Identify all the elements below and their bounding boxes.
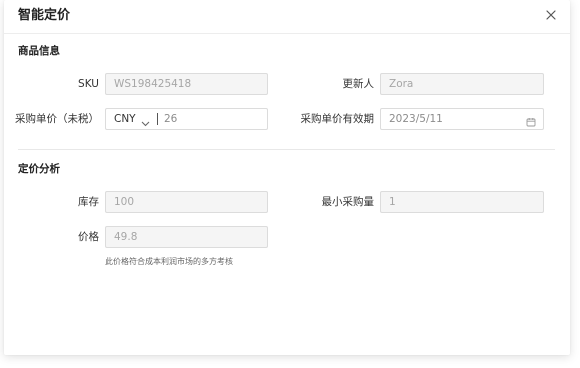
text-cursor bbox=[157, 113, 158, 125]
updater-field: Zora bbox=[380, 73, 544, 95]
section-title-product-info: 商品信息 bbox=[18, 45, 60, 57]
validity-label: 采购单价有效期 bbox=[300, 113, 375, 125]
min-qty-label: 最小采购量 bbox=[321, 196, 375, 208]
price-hint: 此价格符合成本利润市场的多方考核 bbox=[105, 257, 233, 266]
currency-select[interactable]: CNY bbox=[114, 109, 136, 129]
sku-value: WS198425418 bbox=[114, 78, 192, 90]
min-qty-value: 1 bbox=[389, 196, 396, 208]
smart-pricing-dialog: 智能定价 商品信息 SKU WS198425418 更新人 Zora 采购单价（… bbox=[4, 0, 570, 355]
page-background: 智能定价 商品信息 SKU WS198425418 更新人 Zora 采购单价（… bbox=[0, 0, 580, 368]
updater-label: 更新人 bbox=[342, 78, 375, 90]
calendar-icon[interactable] bbox=[526, 114, 536, 127]
stock-value: 100 bbox=[114, 196, 135, 208]
sku-label: SKU bbox=[78, 78, 99, 90]
section-divider bbox=[18, 149, 555, 150]
price-label: 价格 bbox=[78, 231, 99, 243]
dialog-title: 智能定价 bbox=[18, 8, 71, 23]
validity-value: 2023/5/11 bbox=[389, 113, 443, 125]
price-field: 49.8 bbox=[105, 226, 268, 248]
min-qty-field: 1 bbox=[380, 191, 544, 213]
purchase-price-label: 采购单价（未税） bbox=[15, 113, 99, 125]
sku-field: WS198425418 bbox=[105, 73, 268, 95]
purchase-price-field[interactable]: CNY 26 bbox=[105, 108, 268, 130]
dialog-header: 智能定价 bbox=[4, 0, 570, 34]
purchase-price-value[interactable]: 26 bbox=[164, 109, 177, 129]
stock-label: 库存 bbox=[78, 196, 99, 208]
validity-date-field[interactable]: 2023/5/11 bbox=[380, 108, 544, 130]
updater-value: Zora bbox=[389, 78, 414, 90]
stock-field: 100 bbox=[105, 191, 268, 213]
section-title-pricing-analysis: 定价分析 bbox=[18, 163, 60, 175]
chevron-down-icon[interactable] bbox=[141, 115, 150, 127]
price-value: 49.8 bbox=[114, 231, 138, 243]
close-icon[interactable] bbox=[542, 6, 560, 24]
